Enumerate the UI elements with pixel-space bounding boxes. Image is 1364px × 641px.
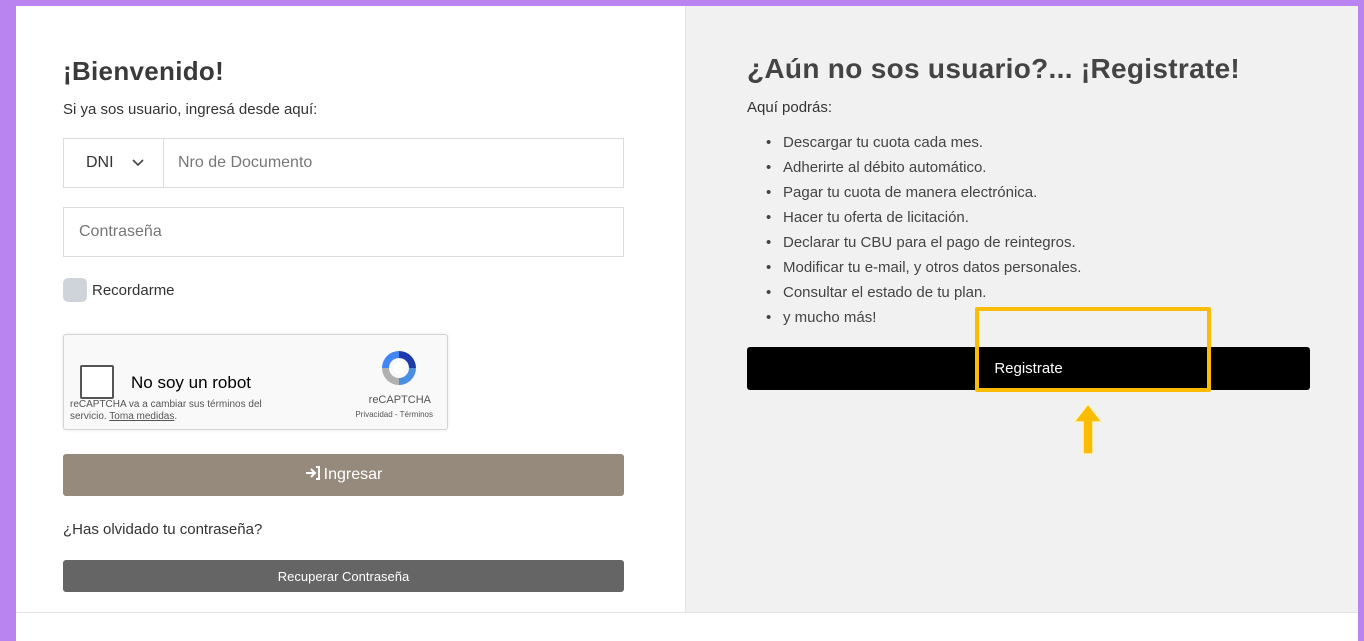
recaptcha-terms-link[interactable]: Términos — [400, 410, 433, 419]
remember-me-checkbox[interactable] — [63, 278, 87, 302]
recaptcha-widget: No soy un robot reCAPTCHA va a cambiar s… — [63, 334, 448, 430]
document-type-value: DNI — [86, 154, 114, 171]
chevron-down-icon — [131, 156, 144, 170]
list-item: Pagar tu cuota de manera electrónica. — [766, 180, 1081, 205]
recaptcha-privacy-link[interactable]: Privacidad — [355, 410, 392, 419]
document-number-input[interactable] — [164, 139, 623, 187]
register-panel: ¿Aún no sos usuario?... ¡Registrate! Aqu… — [685, 6, 1358, 612]
recaptcha-notice: reCAPTCHA va a cambiar sus términos del … — [70, 399, 262, 422]
arrow-up-icon — [1072, 402, 1104, 456]
register-subtitle: Aquí podrás: — [747, 99, 833, 116]
login-title: ¡Bienvenido! — [63, 56, 225, 86]
sign-in-icon — [305, 466, 321, 484]
password-input[interactable] — [63, 207, 624, 257]
list-item: Modificar tu e-mail, y otros datos perso… — [766, 255, 1081, 280]
list-item: Hacer tu oferta de licitación. — [766, 205, 1081, 230]
remember-me-label: Recordarme — [92, 281, 175, 299]
recaptcha-links: Privacidad - Términos — [355, 410, 433, 419]
list-item: Declarar tu CBU para el pago de reintegr… — [766, 230, 1081, 255]
login-button[interactable]: Ingresar — [63, 454, 624, 496]
remember-me[interactable]: Recordarme — [63, 278, 175, 302]
login-button-label: Ingresar — [323, 466, 383, 483]
list-item: Consultar el estado de tu plan. — [766, 280, 1081, 305]
recaptcha-notice-link[interactable]: Toma medidas — [109, 411, 174, 422]
page-frame: ¡Bienvenido! Si ya sos usuario, ingresá … — [16, 6, 1358, 641]
recaptcha-logo-icon — [379, 348, 419, 388]
document-type-select[interactable]: DNI — [64, 139, 164, 187]
document-field-group: DNI — [63, 138, 624, 188]
forgot-password-link[interactable]: ¿Has olvidado tu contraseña? — [63, 521, 262, 538]
list-item: Adherirte al débito automático. — [766, 155, 1081, 180]
register-button[interactable]: Registrate — [747, 347, 1310, 390]
list-item: Descargar tu cuota cada mes. — [766, 130, 1081, 155]
recaptcha-checkbox[interactable] — [80, 365, 114, 399]
login-subtitle: Si ya sos usuario, ingresá desde aquí: — [63, 101, 318, 118]
benefits-list: Descargar tu cuota cada mes. Adherirte a… — [766, 130, 1081, 330]
register-title: ¿Aún no sos usuario?... ¡Registrate! — [747, 53, 1241, 84]
recaptcha-brand: reCAPTCHA — [368, 394, 431, 406]
recaptcha-label: No soy un robot — [131, 373, 252, 392]
list-item: y mucho más! — [766, 305, 1081, 330]
login-panel: ¡Bienvenido! Si ya sos usuario, ingresá … — [16, 6, 685, 612]
recover-password-button[interactable]: Recuperar Contraseña — [63, 560, 624, 592]
divider — [16, 612, 1358, 613]
